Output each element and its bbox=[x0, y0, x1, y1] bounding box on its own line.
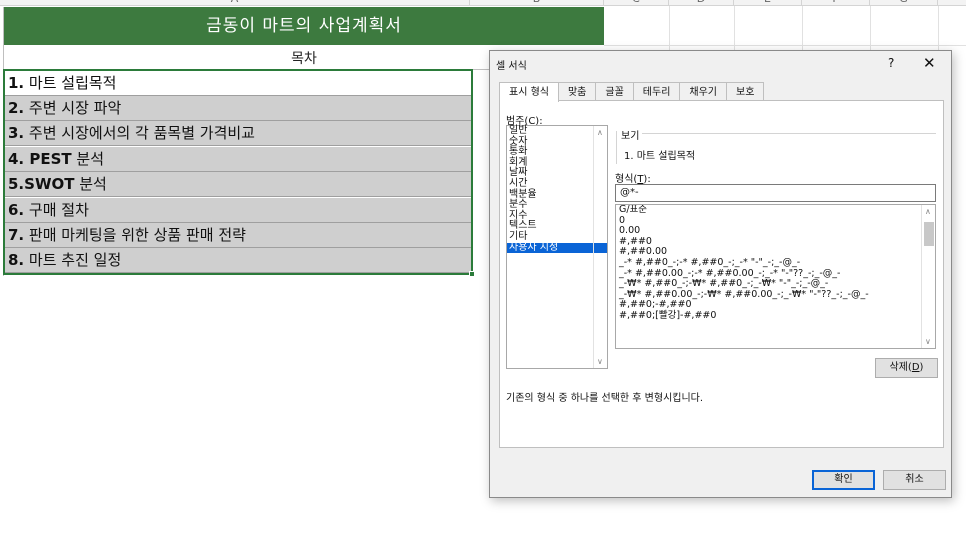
format-type-label: 형식(T): bbox=[615, 170, 651, 185]
column-header-c[interactable]: C bbox=[604, 0, 669, 6]
delete-label-suffix: ) bbox=[919, 362, 924, 373]
category-item-general[interactable]: 일반 bbox=[507, 125, 607, 137]
category-item-custom[interactable]: 사용자 지정 bbox=[507, 242, 607, 254]
fill-handle[interactable] bbox=[469, 271, 475, 277]
format-item[interactable]: _-* #,##0_-;-* #,##0_-;_-* "-"_-;_-@_- bbox=[616, 257, 935, 269]
format-cells-dialog: 셀 서식 ? ✕ 표시 형식 맞춤 글꼴 테두리 채우기 보호 범주(C): 일… bbox=[489, 50, 952, 498]
table-row[interactable]: 6. 구매 절차 bbox=[5, 198, 471, 223]
scrollbar-thumb[interactable] bbox=[924, 222, 934, 246]
help-button[interactable]: ? bbox=[888, 56, 894, 70]
chevron-up-icon[interactable]: ∧ bbox=[925, 207, 931, 216]
groupbox-line bbox=[616, 131, 617, 164]
row-text: 마트 추진 일정 bbox=[24, 251, 122, 269]
sheet-title-cell[interactable]: 금동이 마트의 사업계획서 bbox=[4, 7, 604, 45]
column-header-b[interactable]: B bbox=[470, 0, 604, 6]
close-icon[interactable]: ✕ bbox=[923, 54, 936, 72]
dialog-title: 셀 서식 bbox=[496, 61, 527, 72]
gridline bbox=[604, 45, 966, 46]
category-item-time[interactable]: 시간 bbox=[507, 178, 607, 190]
column-header-g[interactable]: G bbox=[870, 0, 938, 6]
format-item[interactable]: G/표준 bbox=[616, 205, 935, 216]
row-number: 2. bbox=[8, 99, 25, 117]
table-row[interactable]: 3. 주변 시장에서의 각 품목별 가격비교 bbox=[5, 121, 471, 146]
preview-value: 1. 마트 설립목적 bbox=[624, 151, 696, 162]
column-header-d[interactable]: D bbox=[669, 0, 734, 6]
dialog-tabs: 표시 형식 맞춤 글꼴 테두리 채우기 보호 bbox=[499, 82, 765, 102]
tab-number-format[interactable]: 표시 형식 bbox=[499, 82, 559, 102]
chevron-down-icon[interactable]: ∨ bbox=[925, 337, 931, 346]
tab-border[interactable]: 테두리 bbox=[632, 82, 681, 101]
delete-button[interactable]: 삭제(D) bbox=[875, 358, 938, 378]
table-row[interactable]: 7. 판매 마케팅을 위한 상품 판매 전략 bbox=[5, 223, 471, 248]
column-header-a[interactable]: A bbox=[0, 0, 470, 6]
row-text: 구매 절차 bbox=[24, 201, 89, 219]
tab-font[interactable]: 글꼴 bbox=[595, 82, 634, 101]
row-number: 6. bbox=[8, 201, 25, 219]
row-number: 3. bbox=[8, 124, 25, 142]
format-list[interactable]: G/표준 0 0.00 #,##0 #,##0.00 _-* #,##0_-;-… bbox=[615, 204, 936, 349]
ok-button[interactable]: 확인 bbox=[812, 470, 875, 490]
groupbox-line bbox=[642, 133, 936, 134]
format-scrollbar[interactable]: ∧ ∨ bbox=[921, 205, 935, 348]
table-row[interactable]: 1. 마트 설립목적 bbox=[5, 71, 471, 96]
selected-range[interactable]: 1. 마트 설립목적 2. 주변 시장 파악 3. 주변 시장에서의 각 품목별… bbox=[3, 69, 473, 275]
row-number: 7. bbox=[8, 226, 25, 244]
row-text: 분석 bbox=[74, 175, 107, 193]
delete-label-prefix: 삭제( bbox=[889, 362, 912, 373]
tab-protection[interactable]: 보호 bbox=[726, 82, 765, 101]
row-number: 4. PEST bbox=[8, 150, 72, 168]
cancel-button[interactable]: 취소 bbox=[883, 470, 946, 490]
table-row[interactable]: 4. PEST 분석 bbox=[5, 147, 471, 172]
format-item[interactable]: 0 bbox=[616, 215, 935, 227]
row-text: 분석 bbox=[71, 150, 105, 168]
category-list[interactable]: 일반 숫자 통화 회계 날짜 시간 백분율 분수 지수 텍스트 기타 사용자 지… bbox=[506, 125, 608, 369]
row-text: 주변 시장 파악 bbox=[24, 99, 122, 117]
format-type-input[interactable]: @*- bbox=[615, 184, 936, 202]
row-text: 판매 마케팅을 위한 상품 판매 전략 bbox=[24, 226, 246, 244]
table-row[interactable]: 8. 마트 추진 일정 bbox=[5, 248, 471, 273]
chevron-up-icon[interactable]: ∧ bbox=[597, 128, 603, 137]
category-item-special[interactable]: 기타 bbox=[507, 231, 607, 243]
chevron-down-icon[interactable]: ∨ bbox=[597, 357, 603, 366]
preview-label: 보기 bbox=[621, 131, 640, 142]
delete-label-key: D bbox=[911, 362, 920, 373]
row-text: 마트 설립목적 bbox=[24, 74, 117, 92]
row-number: 5.SWOT bbox=[8, 175, 75, 193]
tab-alignment[interactable]: 맞춤 bbox=[557, 82, 597, 101]
tab-fill[interactable]: 채우기 bbox=[679, 82, 728, 101]
table-row[interactable]: 2. 주변 시장 파악 bbox=[5, 96, 471, 121]
row-number: 1. bbox=[8, 74, 25, 92]
column-header-e[interactable]: E bbox=[734, 0, 802, 6]
column-header-f[interactable]: F bbox=[802, 0, 870, 6]
format-item[interactable]: #,##0;[빨강]-#,##0 bbox=[616, 310, 935, 322]
column-header-bar: A B C D E F G bbox=[0, 0, 966, 6]
category-scrollbar[interactable]: ∧ ∨ bbox=[593, 126, 607, 368]
table-row[interactable]: 5.SWOT 분석 bbox=[5, 172, 471, 197]
row-number: 8. bbox=[8, 251, 25, 269]
format-item[interactable]: 0.00 bbox=[616, 226, 935, 237]
hint-text: 기존의 형식 중 하나를 선택한 후 변형시킵니다. bbox=[506, 393, 704, 404]
row-text: 주변 시장에서의 각 품목별 가격비교 bbox=[24, 124, 255, 142]
